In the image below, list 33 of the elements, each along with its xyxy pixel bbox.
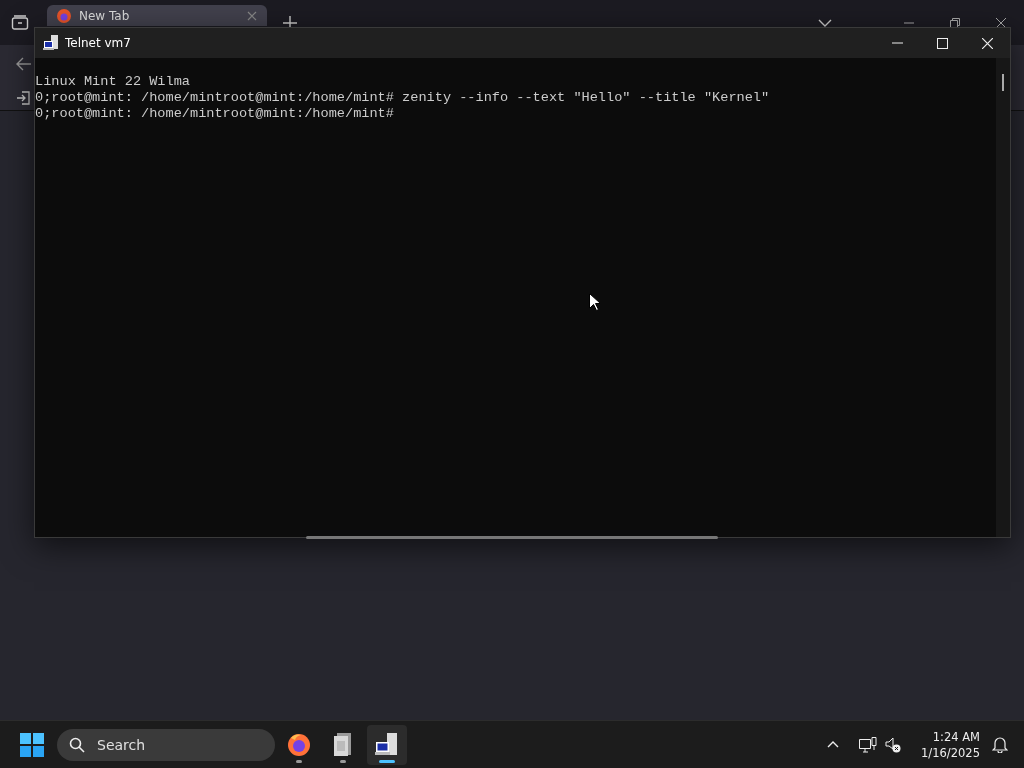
window-title: Telnet vm7 <box>65 36 131 50</box>
search-field[interactable]: Search <box>95 735 249 754</box>
search-bar[interactable]: Search <box>57 728 275 761</box>
restore-icon[interactable] <box>950 17 960 28</box>
muted-speaker-icon[interactable] <box>885 736 902 753</box>
search-icon <box>69 736 85 753</box>
tab-actions-icon[interactable] <box>11 14 29 31</box>
terminal-line: 0;root@mint: /home/mintroot@mint:/home/mint# zenity --info --text "Hello" --title "Kernel" <box>35 90 770 106</box>
back-icon[interactable] <box>16 57 32 71</box>
close-icon[interactable] <box>996 17 1006 28</box>
taskbar-app[interactable] <box>367 724 407 765</box>
computer-icon <box>43 35 59 51</box>
start-icon[interactable] <box>20 732 44 757</box>
minimize-icon[interactable] <box>904 21 914 24</box>
new-tab-icon[interactable] <box>283 15 297 30</box>
scrollbar-thumb[interactable] <box>1002 74 1004 91</box>
scrollbar-thumb[interactable] <box>306 536 718 539</box>
computer-icon <box>375 732 399 757</box>
firefox-icon <box>287 732 311 757</box>
sign-in-icon[interactable] <box>16 91 30 105</box>
terminal-line: Linux Mint 22 Wilma <box>35 74 190 90</box>
firefox-icon <box>57 8 71 23</box>
network-icon[interactable] <box>859 736 878 753</box>
browser-tab[interactable]: New Tab <box>47 5 267 26</box>
chevron-up-icon[interactable] <box>827 741 840 748</box>
file-cabinet-icon <box>333 732 353 757</box>
clock-date[interactable]: 1/16/2025 <box>921 744 980 761</box>
clock-time[interactable]: 1:24 AM <box>932 728 980 745</box>
chevron-down-icon[interactable] <box>818 18 832 27</box>
maximize-icon[interactable] <box>937 37 948 49</box>
notification-bell-icon[interactable] <box>992 736 1008 753</box>
terminal-line: 0;root@mint: /home/mintroot@mint:/home/mint# <box>35 106 394 122</box>
mouse-pointer-icon <box>589 293 600 311</box>
